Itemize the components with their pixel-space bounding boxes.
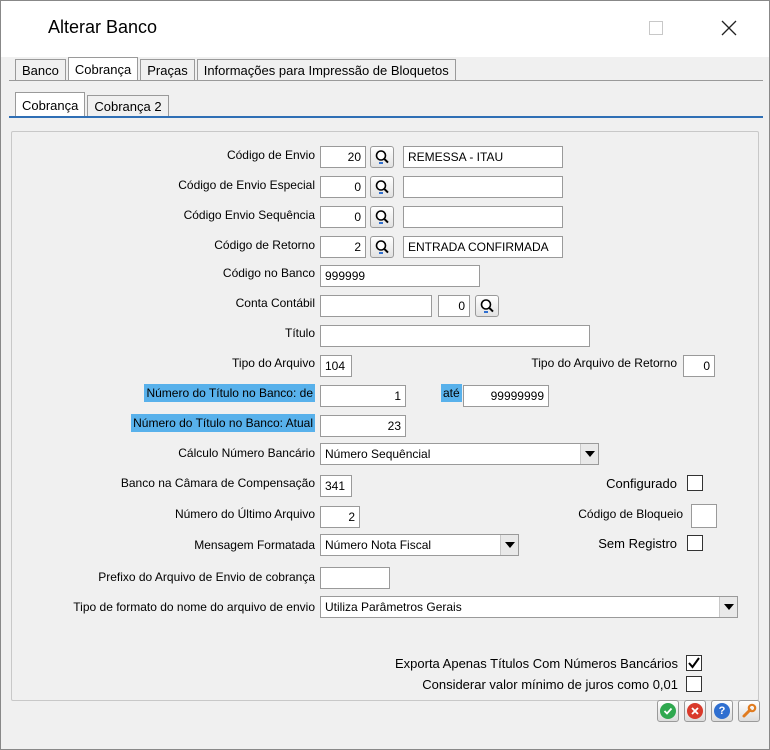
tipo-arquivo-label: Tipo do Arquivo bbox=[232, 356, 315, 370]
dialog-window: Alterar Banco Banco Cobrança Praças Info… bbox=[0, 0, 770, 750]
chevron-down-icon bbox=[500, 535, 518, 555]
numero-titulo-de-input[interactable]: 1 bbox=[320, 385, 406, 407]
numero-titulo-de-label: Número do Título no Banco: de bbox=[144, 384, 315, 402]
codigo-retorno-lookup-button[interactable] bbox=[370, 236, 394, 258]
magnifier-icon bbox=[375, 210, 389, 224]
prefixo-arquivo-input[interactable] bbox=[320, 567, 390, 589]
codigo-envio-description[interactable]: REMESSA - ITAU bbox=[403, 146, 563, 168]
subtab-cobranca[interactable]: Cobrança bbox=[15, 92, 86, 117]
codigo-envio-code-input[interactable]: 20 bbox=[320, 146, 366, 168]
mensagem-formatada-label: Mensagem Formatada bbox=[194, 538, 315, 552]
banco-camara-label: Banco na Câmara de Compensação bbox=[120, 476, 315, 490]
codigo-envio-sequencia-description[interactable] bbox=[403, 206, 563, 228]
maximize-button[interactable] bbox=[633, 9, 679, 47]
mensagem-formatada-select[interactable]: Número Nota Fiscal bbox=[320, 534, 519, 556]
codigo-envio-especial-lookup-button[interactable] bbox=[370, 176, 394, 198]
ate-label: até bbox=[441, 384, 462, 402]
mensagem-formatada-value: Número Nota Fiscal bbox=[325, 538, 432, 552]
considerar-valor-checkbox[interactable] bbox=[686, 676, 702, 692]
wrench-icon bbox=[742, 703, 757, 718]
minimize-button[interactable] bbox=[576, 9, 622, 47]
question-icon: ? bbox=[714, 703, 730, 719]
conta-contabil-lookup-button[interactable] bbox=[475, 295, 499, 317]
sem-registro-label: Sem Registro bbox=[598, 536, 677, 551]
exporta-apenas-checkbox[interactable] bbox=[686, 655, 702, 671]
tab-informacoes-impressao[interactable]: Informações para Impressão de Bloquetos bbox=[196, 59, 456, 81]
ate-input[interactable]: 99999999 bbox=[463, 385, 549, 407]
main-tabs: Banco Cobrança Praças Informações para I… bbox=[15, 57, 458, 81]
magnifier-icon bbox=[375, 150, 389, 164]
tipo-arquivo-retorno-label: Tipo do Arquivo de Retorno bbox=[531, 356, 677, 370]
codigo-retorno-description[interactable]: ENTRADA CONFIRMADA bbox=[403, 236, 563, 258]
titulo-label: Título bbox=[284, 326, 315, 340]
codigo-banco-label: Código no Banco bbox=[222, 266, 315, 280]
calculo-numero-value: Número Sequêncial bbox=[325, 447, 431, 461]
tipo-formato-nome-value: Utiliza Parâmetros Gerais bbox=[325, 600, 462, 614]
calculo-numero-label: Cálculo Número Bancário bbox=[178, 446, 315, 460]
window-title: Alterar Banco bbox=[48, 17, 158, 37]
title-bar[interactable]: Alterar Banco bbox=[1, 1, 769, 57]
codigo-envio-sequencia-label: Código Envio Sequência bbox=[183, 208, 315, 222]
configurado-checkbox[interactable] bbox=[687, 475, 703, 491]
numero-ultimo-arquivo-input[interactable]: 2 bbox=[320, 506, 360, 528]
calculo-numero-select[interactable]: Número Sequêncial bbox=[320, 443, 599, 465]
check-icon bbox=[688, 657, 700, 669]
magnifier-icon bbox=[480, 299, 494, 313]
codigo-bloqueio-label: Código de Bloqueio bbox=[578, 507, 683, 521]
tipo-formato-nome-label: Tipo de formato do nome do arquivo de en… bbox=[73, 600, 315, 614]
settings-button[interactable] bbox=[738, 700, 760, 722]
codigo-envio-especial-description[interactable] bbox=[403, 176, 563, 198]
sub-tabs: Cobrança Cobrança 2 bbox=[15, 91, 171, 117]
codigo-bloqueio-input[interactable] bbox=[691, 504, 717, 528]
tipo-arquivo-retorno-input[interactable]: 0 bbox=[683, 355, 715, 377]
x-icon bbox=[687, 703, 703, 719]
considerar-valor-label: Considerar valor mínimo de juros como 0,… bbox=[422, 677, 678, 692]
chevron-down-icon bbox=[580, 444, 598, 464]
ok-button[interactable] bbox=[657, 700, 679, 722]
banco-camara-input[interactable]: 341 bbox=[320, 475, 352, 497]
magnifier-icon bbox=[375, 240, 389, 254]
codigo-envio-especial-label: Código de Envio Especial bbox=[178, 178, 315, 192]
codigo-envio-sequencia-lookup-button[interactable] bbox=[370, 206, 394, 228]
cancel-button[interactable] bbox=[684, 700, 706, 722]
chevron-down-icon bbox=[719, 597, 737, 617]
codigo-retorno-code-input[interactable]: 2 bbox=[320, 236, 366, 258]
close-icon bbox=[721, 20, 737, 36]
subtab-underline bbox=[9, 116, 763, 118]
codigo-retorno-label: Código de Retorno bbox=[214, 238, 315, 252]
tab-cobranca[interactable]: Cobrança bbox=[67, 57, 139, 81]
codigo-envio-lookup-button[interactable] bbox=[370, 146, 394, 168]
conta-contabil-input[interactable] bbox=[320, 295, 432, 317]
tipo-formato-nome-select[interactable]: Utiliza Parâmetros Gerais bbox=[320, 596, 738, 618]
tab-pracas[interactable]: Praças bbox=[140, 59, 195, 81]
codigo-envio-label: Código de Envio bbox=[226, 148, 315, 162]
help-button[interactable]: ? bbox=[711, 700, 733, 722]
conta-contabil-code-input[interactable]: 0 bbox=[438, 295, 470, 317]
exporta-apenas-label: Exporta Apenas Títulos Com Números Bancá… bbox=[394, 656, 678, 671]
configurado-label: Configurado bbox=[606, 476, 677, 491]
tipo-arquivo-input[interactable]: 104 bbox=[320, 355, 352, 377]
codigo-banco-input[interactable]: 999999 bbox=[320, 265, 480, 287]
numero-ultimo-arquivo-label: Número do Último Arquivo bbox=[174, 507, 315, 521]
sem-registro-checkbox[interactable] bbox=[687, 535, 703, 551]
magnifier-icon bbox=[375, 180, 389, 194]
titulo-input[interactable] bbox=[320, 325, 590, 347]
maximize-icon bbox=[649, 21, 663, 35]
tab-banco[interactable]: Banco bbox=[15, 59, 66, 81]
codigo-envio-sequencia-code-input[interactable]: 0 bbox=[320, 206, 366, 228]
tab-divider bbox=[9, 80, 763, 81]
close-button[interactable] bbox=[706, 9, 752, 47]
codigo-envio-especial-code-input[interactable]: 0 bbox=[320, 176, 366, 198]
subtab-cobranca-2[interactable]: Cobrança 2 bbox=[87, 95, 169, 117]
numero-titulo-atual-label: Número do Título no Banco: Atual bbox=[131, 414, 315, 432]
check-icon bbox=[660, 703, 676, 719]
numero-titulo-atual-input[interactable]: 23 bbox=[320, 415, 406, 437]
conta-contabil-label: Conta Contábil bbox=[235, 296, 315, 310]
prefixo-arquivo-label: Prefixo do Arquivo de Envio de cobrança bbox=[98, 570, 315, 584]
